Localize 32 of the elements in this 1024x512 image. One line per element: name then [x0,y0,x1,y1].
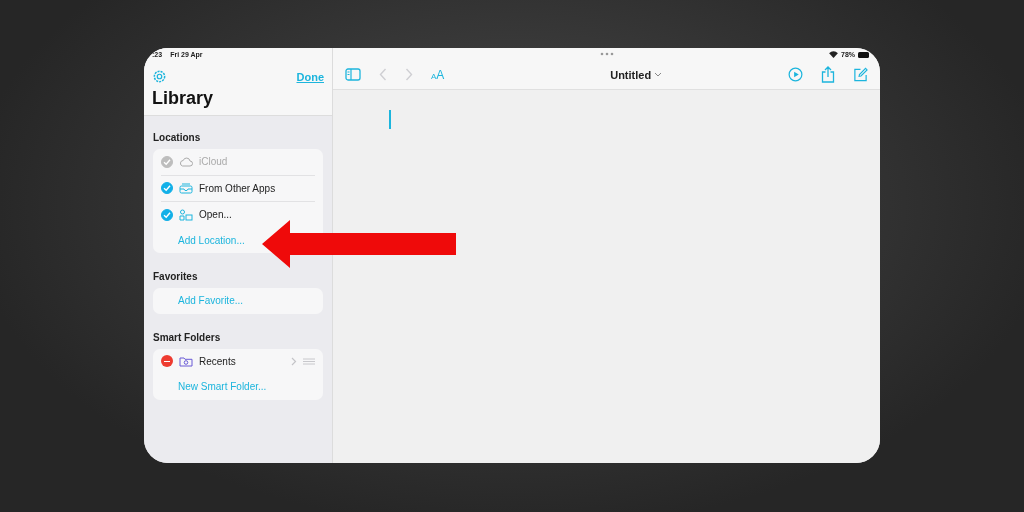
font-size-button[interactable]: AA [431,67,445,82]
section-heading: Favorites [153,271,199,282]
section-heading: Smart Folders [153,331,222,343]
check-circle[interactable] [161,182,173,195]
library-title: Library [152,88,215,109]
battery-icon [858,51,870,58]
smart-folder-label[interactable]: Recents [199,355,236,367]
add-link[interactable]: New Smart Folder... [178,381,267,393]
cloud-icon [179,156,193,167]
tray-icon [179,182,193,194]
compose-icon[interactable] [853,67,868,82]
sidebar-toggle-icon[interactable] [345,68,361,81]
done-link[interactable]: Done [296,70,324,83]
folder-icon [179,355,193,367]
remove-icon[interactable] [161,355,173,368]
settings-icon[interactable] [152,69,167,84]
multitask-icon[interactable] [599,52,614,56]
chevron-icon [291,356,297,366]
check-circle[interactable] [161,208,173,221]
location-label[interactable]: From Other Apps [199,182,276,194]
play-icon[interactable] [788,67,803,82]
shapes-icon [179,208,193,221]
caret-icon [654,72,663,77]
reorder-icon[interactable] [303,357,315,365]
text-cursor [389,110,391,129]
document-title-button[interactable]: Untitled [610,68,663,81]
share-icon[interactable] [821,66,835,83]
section-heading: Locations [153,132,202,143]
add-link[interactable]: Add Favorite... [178,295,244,307]
wifi-icon [829,51,838,58]
location-label[interactable]: Open... [199,209,232,221]
add-link[interactable]: Add Location... [178,234,245,246]
